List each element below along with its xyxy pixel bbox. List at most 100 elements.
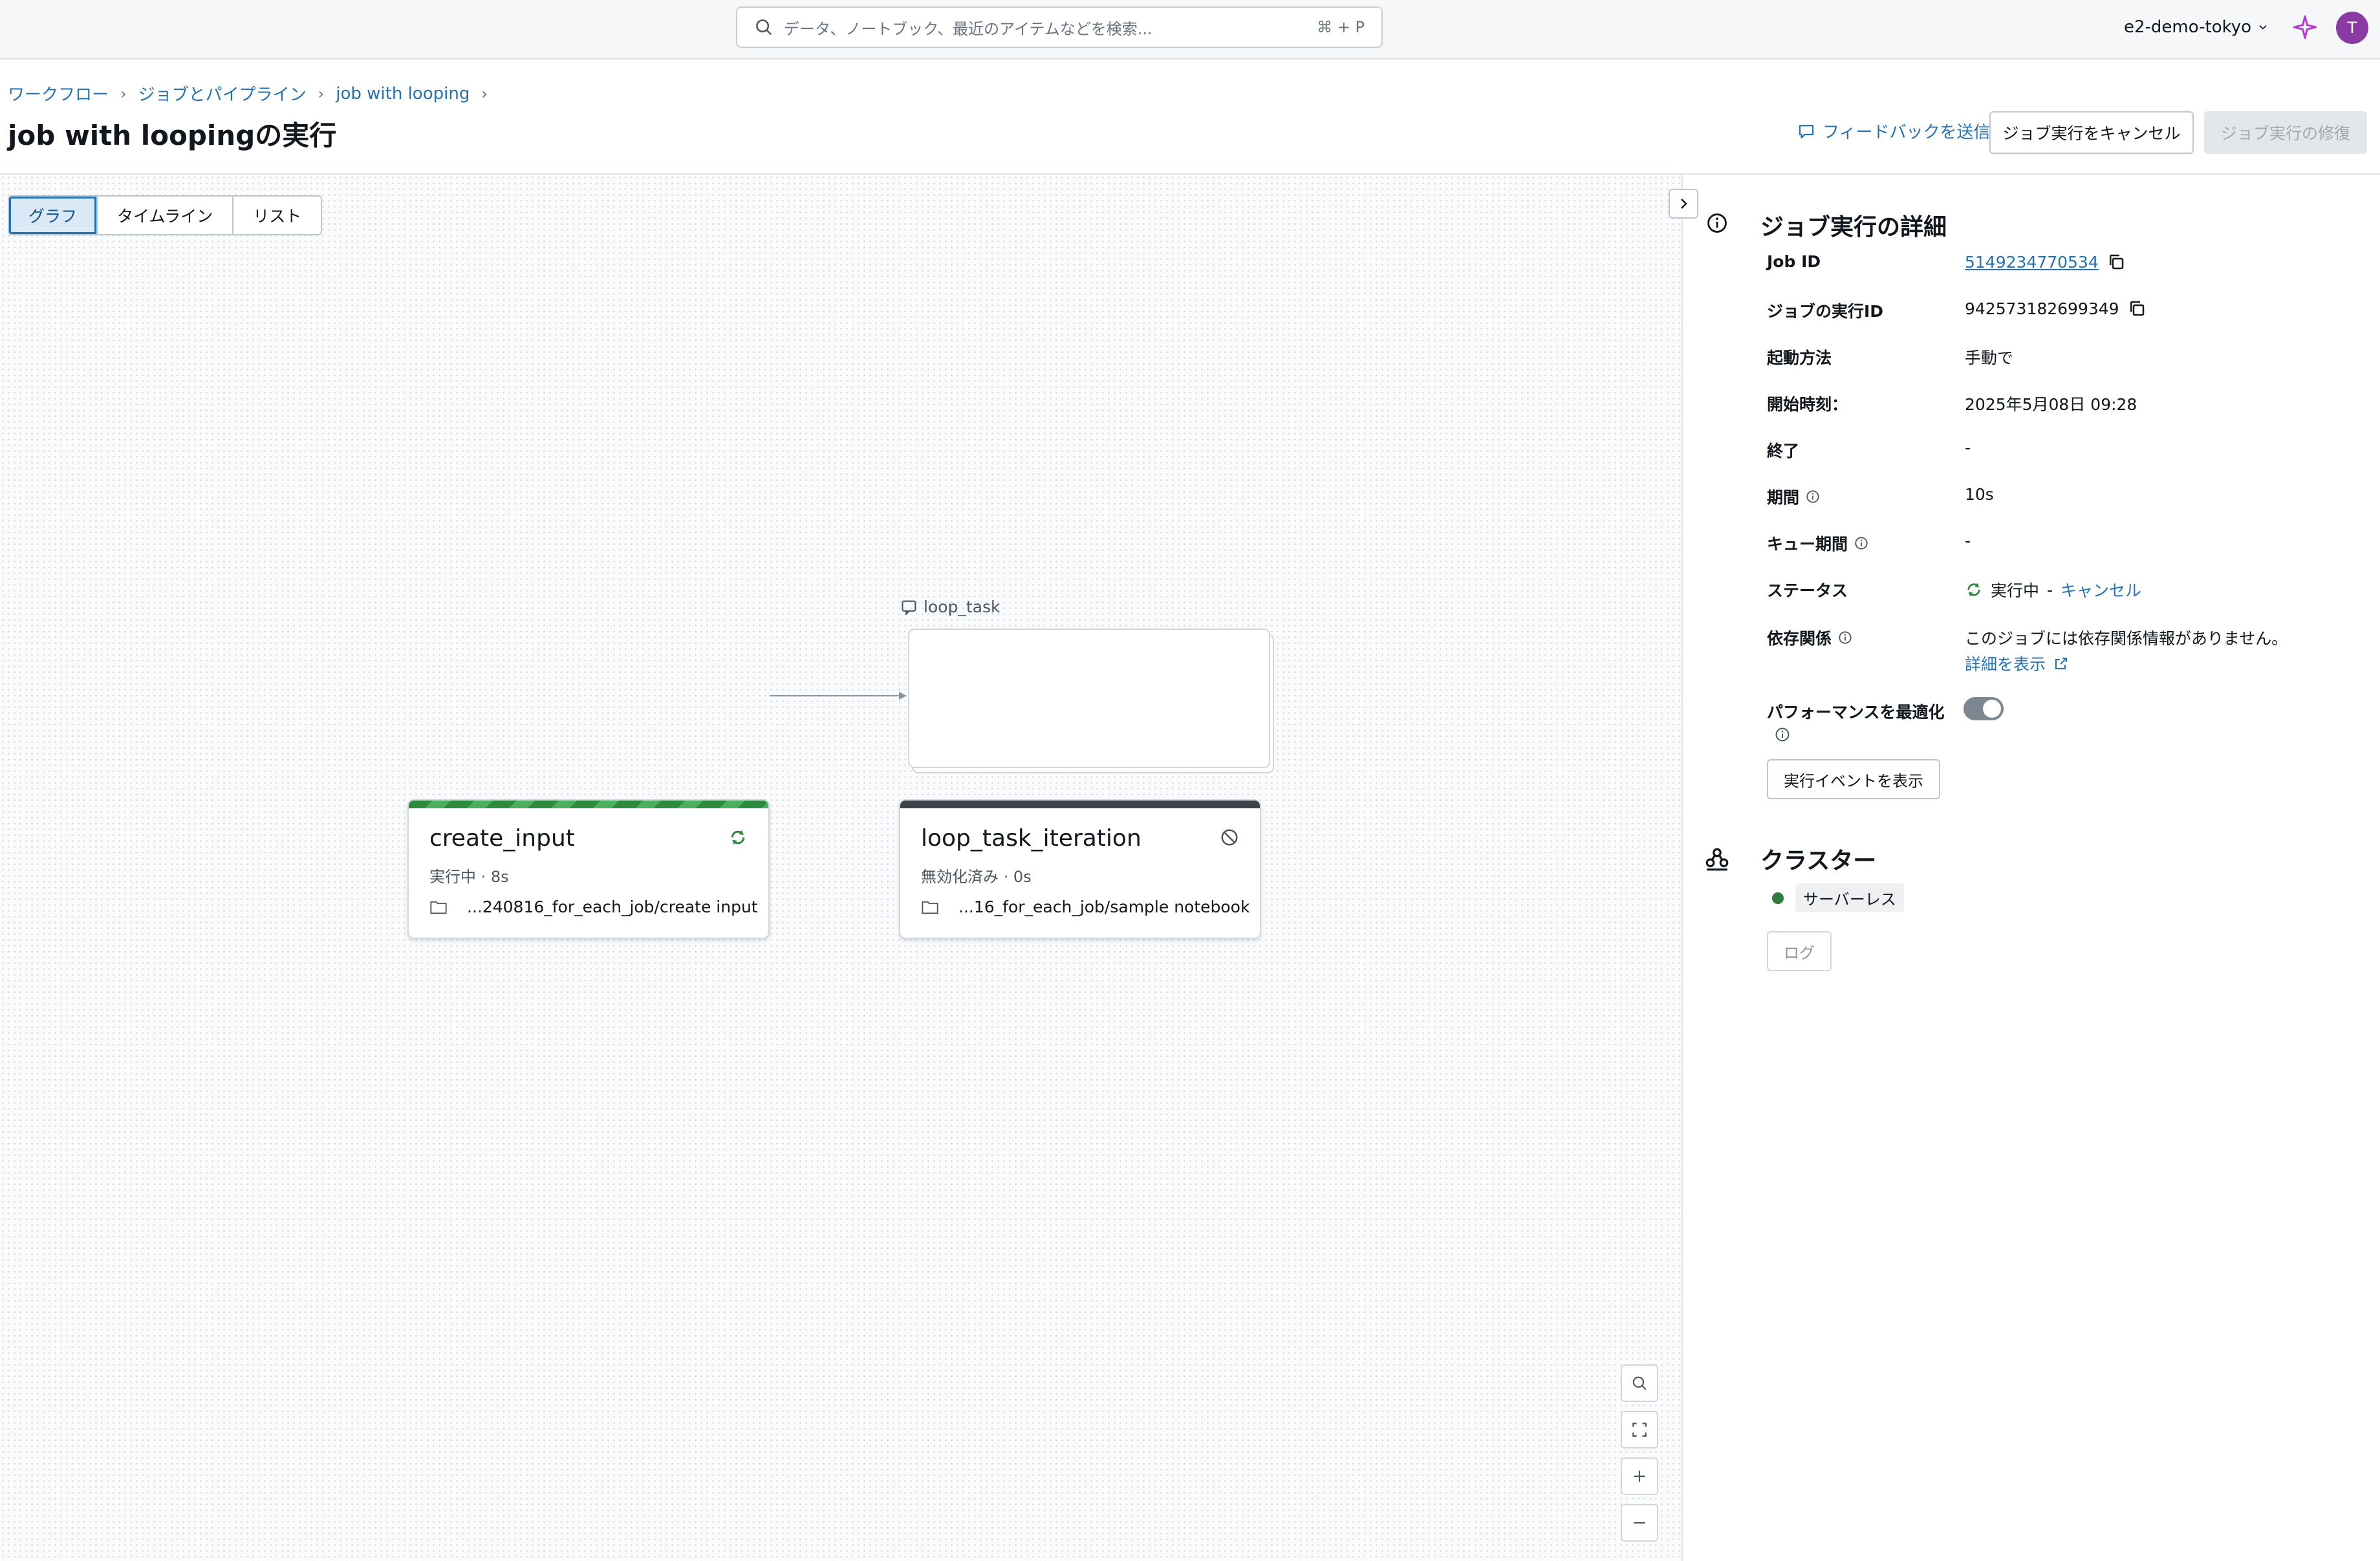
status-cancel-link[interactable]: キャンセル [2061, 578, 2141, 601]
task-name: create_input [429, 825, 575, 852]
global-search-input[interactable]: データ、ノートブック、最近のアイテムなどを検索... ⌘ + P [736, 6, 1383, 48]
breadcrumb-separator: › [120, 84, 127, 103]
task-path-text: ...240816_for_each_job/create input [467, 898, 758, 916]
fit-view-button[interactable] [1621, 1411, 1658, 1448]
view-tabs: グラフ タイムライン リスト [8, 195, 323, 235]
feedback-link[interactable]: フィードバックを送信 [1797, 119, 1990, 143]
user-avatar[interactable]: T [2336, 12, 2368, 44]
task-node-create-input[interactable]: create_input 実行中 · 8s ...240816_for_each… [407, 799, 770, 939]
task-duration: 8s [490, 868, 509, 886]
copy-icon[interactable] [2127, 299, 2147, 318]
job-id-link[interactable]: 5149234770534 [1965, 253, 2099, 272]
breadcrumb: ワークフロー › ジョブとパイプライン › job with looping › [8, 81, 488, 105]
zoom-search-button[interactable] [1621, 1364, 1658, 1402]
dependencies-label: 依存関係 [1767, 629, 1832, 648]
task-status-text: 実行中 [429, 868, 476, 886]
loop-task-label: loop_task [900, 597, 1001, 616]
info-icon[interactable] [1854, 536, 1868, 550]
optimize-performance-toggle[interactable] [1964, 697, 2004, 720]
optimize-performance-label: パフォーマンスを最適化 [1767, 703, 1945, 722]
minus-icon [1634, 1522, 1645, 1524]
assistant-sparkle-icon[interactable] [2292, 14, 2318, 40]
cluster-icon [1705, 848, 1729, 871]
comment-icon [1799, 124, 1814, 138]
task-notebook-path[interactable]: ...240816_for_each_job/create input [429, 898, 758, 916]
collapse-panel-button[interactable] [1669, 189, 1698, 219]
status-text: 実行中 [1991, 581, 2040, 600]
trigger-value: 手動で [1965, 349, 2014, 367]
search-icon [1632, 1376, 1647, 1390]
iteration-stack-shadow [908, 629, 1270, 768]
breadcrumb-separator: › [318, 84, 325, 103]
task-status: 無効化済み · 0s [921, 864, 1032, 887]
graph-canvas[interactable]: グラフ タイムライン リスト [0, 175, 1682, 1561]
queue-duration-label-group: キュー期間 [1767, 532, 1868, 555]
feedback-label: フィードバックを送信 [1823, 123, 1991, 142]
breadcrumb-jobs-pipelines[interactable]: ジョブとパイプライン [138, 81, 307, 105]
tab-graph[interactable]: グラフ [9, 197, 98, 234]
dependencies-label-group: 依存関係 [1767, 626, 1852, 649]
cluster-title: クラスター [1760, 848, 1877, 874]
start-time-label: 開始時刻： [1767, 395, 1848, 414]
duration-label: 期間 [1767, 488, 1800, 507]
end-time-label: 終了 [1767, 442, 1800, 460]
tab-list[interactable]: リスト [233, 197, 321, 234]
cluster-type-tag: サーバーレス [1795, 883, 1904, 912]
task-name: loop_task_iteration [921, 825, 1141, 852]
folder-icon [922, 901, 938, 914]
status-value-group: 実行中 - キャンセル [1965, 578, 2141, 601]
run-id-value-group: 942573182699349 [1965, 299, 2147, 318]
job-id-label: Job ID [1767, 252, 1821, 271]
log-button[interactable]: ログ [1767, 931, 1832, 971]
queue-duration-label: キュー期間 [1767, 535, 1848, 554]
job-id-value-group: 5149234770534 [1965, 252, 2126, 272]
loop-icon [902, 600, 916, 616]
breadcrumb-separator: › [481, 84, 488, 103]
task-status-text: 無効化済み [921, 868, 999, 886]
tab-timeline[interactable]: タイムライン [98, 197, 234, 234]
task-path-text: ...16_for_each_job/sample notebook [958, 898, 1250, 916]
repair-run-button[interactable]: ジョブ実行の修復 [2204, 111, 2367, 154]
running-icon [1967, 583, 1980, 597]
top-bar: データ、ノートブック、最近のアイテムなどを検索... ⌘ + P e2-demo… [0, 0, 2380, 59]
status-label: ステータス [1767, 581, 1848, 600]
end-time-value: - [1965, 438, 1971, 457]
workspace-switcher[interactable]: e2-demo-tokyo [2124, 14, 2269, 40]
task-status-bar [409, 801, 768, 808]
folder-icon [430, 901, 447, 914]
disabled-icon [1221, 829, 1238, 846]
task-duration: 0s [1013, 868, 1032, 886]
info-icon[interactable] [1838, 630, 1852, 645]
running-icon [731, 830, 745, 845]
task-node-loop-iteration[interactable]: loop_task_iteration 無効化済み · 0s ...16_for… [899, 799, 1261, 939]
task-status: 実行中 · 8s [429, 864, 509, 887]
task-notebook-path[interactable]: ...16_for_each_job/sample notebook [921, 898, 1250, 916]
dependencies-value: このジョブには依存関係情報がありません。 [1965, 629, 2288, 648]
search-placeholder: データ、ノートブック、最近のアイテムなどを検索... [784, 19, 1152, 38]
info-icon[interactable] [1806, 490, 1820, 504]
cancel-run-button[interactable]: ジョブ実行をキャンセル [1989, 111, 2194, 154]
workspace-name: e2-demo-tokyo [2124, 17, 2252, 37]
chevron-right-icon [1681, 199, 1687, 209]
info-icon[interactable] [1775, 727, 1790, 742]
search-shortcut: ⌘ + P [1317, 18, 1365, 36]
fit-screen-icon [1632, 1423, 1647, 1437]
separator-dot: · [481, 868, 491, 886]
dependencies-details-link[interactable]: 詳細を表示 [1965, 652, 2069, 675]
duration-label-group: 期間 [1767, 485, 1820, 508]
duration-value: 10s [1965, 485, 1994, 504]
view-run-events-button[interactable]: 実行イベントを表示 [1767, 759, 1940, 799]
info-icon [1707, 213, 1727, 233]
zoom-out-button[interactable] [1621, 1504, 1658, 1542]
task-status-bar [900, 801, 1260, 808]
zoom-in-button[interactable] [1621, 1458, 1658, 1495]
trigger-label: 起動方法 [1767, 349, 1832, 367]
loop-task-name: loop_task [924, 597, 1001, 616]
copy-icon[interactable] [2106, 252, 2126, 272]
breadcrumb-workflows[interactable]: ワークフロー [8, 81, 109, 105]
chevron-down-icon [2259, 25, 2267, 30]
breadcrumb-job[interactable]: job with looping [336, 84, 470, 103]
details-title: ジョブ実行の詳細 [1760, 214, 1947, 241]
run-id-label: ジョブの実行ID [1767, 302, 1884, 321]
queue-duration-value: - [1965, 532, 1971, 550]
